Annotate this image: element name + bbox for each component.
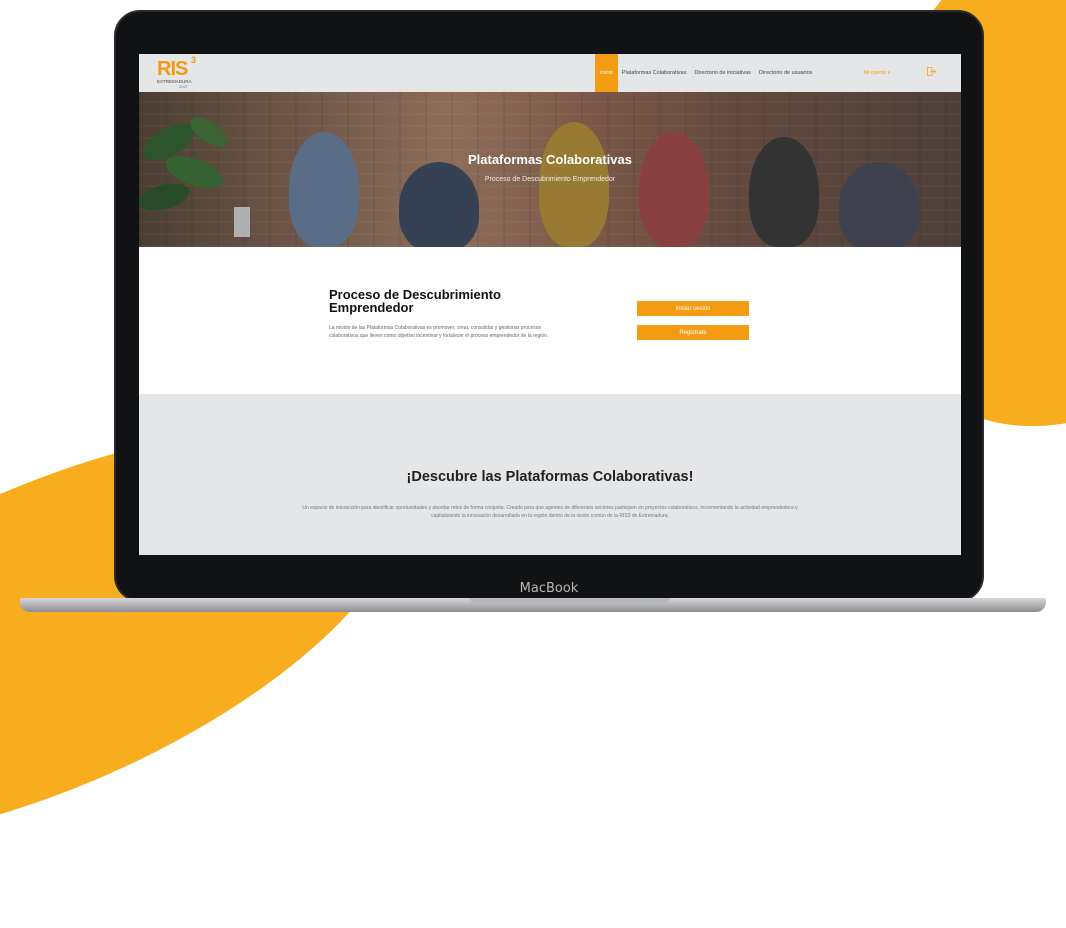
- login-button[interactable]: Iniciar sesión: [637, 301, 749, 316]
- logo-superscript: 3: [191, 55, 197, 65]
- logo-main-text: RIS: [157, 58, 188, 80]
- macbook-label: MacBook: [519, 581, 579, 596]
- nav-item-inicio[interactable]: Inicio: [595, 54, 618, 92]
- site-header: RIS 3 EXTREMADURA 2027 Inicio Plataforma…: [139, 54, 961, 92]
- discover-section: ¡Descubre las Plataformas Colaborativas!…: [139, 394, 961, 555]
- hero-overlay: [139, 92, 961, 247]
- hero-subtitle: Proceso de Descubrimiento Emprendedor: [484, 176, 616, 183]
- laptop-base: [20, 598, 1046, 612]
- discover-text: Un espacio de interacción para identific…: [302, 505, 798, 519]
- logo-year: 2027: [179, 84, 188, 89]
- nav-item-usuarios[interactable]: Directorio de usuarios: [755, 54, 817, 92]
- hero-title: Plataformas Colaborativas: [467, 152, 632, 167]
- nav-item-iniciativas[interactable]: Directorio de iniciativas: [690, 54, 755, 92]
- site-logo[interactable]: RIS 3 EXTREMADURA 2027: [149, 55, 204, 89]
- logout-icon[interactable]: [927, 67, 936, 76]
- intro-title: Proceso de Descubrimiento Emprendedor: [329, 287, 501, 315]
- nav-item-plataformas[interactable]: Plataformas Colaborativas: [618, 54, 691, 92]
- hero-banner: Plataformas Colaborativas Proceso de Des…: [139, 92, 961, 247]
- register-button[interactable]: Registrate: [637, 325, 749, 340]
- laptop-notch: [470, 598, 670, 603]
- main-nav: Inicio Plataformas Colaborativas Directo…: [595, 54, 816, 92]
- website-screen: RIS 3 EXTREMADURA 2027 Inicio Plataforma…: [139, 54, 961, 555]
- intro-text: La misión de las Plataformas Colaborativ…: [329, 325, 549, 339]
- account-menu[interactable]: Mi cuenta ∨: [864, 70, 891, 76]
- discover-title: ¡Descubre las Plataformas Colaborativas!: [406, 469, 694, 485]
